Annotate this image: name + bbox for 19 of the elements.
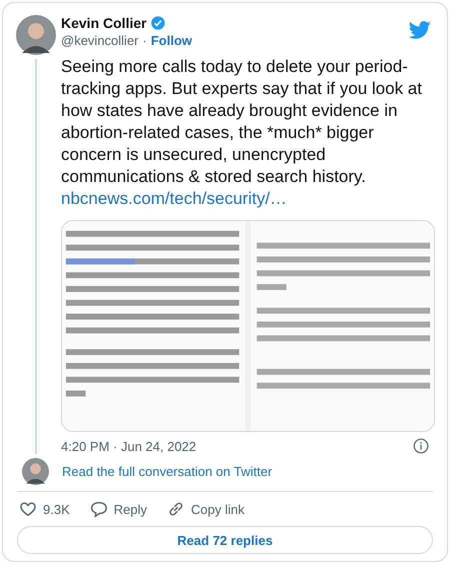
follow-link[interactable]: Follow [150, 33, 192, 48]
author-handle: @kevincollier [61, 33, 138, 48]
speech-bubble-icon [90, 500, 108, 518]
heart-icon [19, 500, 37, 518]
avatar[interactable] [16, 15, 56, 55]
separator: · [142, 33, 147, 48]
like-action[interactable]: 9.3K [19, 500, 70, 518]
avatar[interactable] [22, 458, 49, 485]
conversation-link[interactable]: Read the full conversation on Twitter [62, 464, 272, 479]
bird-logo-icon[interactable] [409, 19, 431, 41]
article-link[interactable]: nbcnews.com/tech/security/… [61, 189, 287, 208]
copy-action[interactable]: Copy link [167, 500, 244, 518]
author-name[interactable]: Kevin Collier [61, 15, 147, 31]
info-icon[interactable] [413, 438, 429, 454]
timestamp[interactable]: 4:20 PM · Jun 24, 2022 [61, 438, 196, 454]
read-replies-button[interactable]: Read 72 replies [17, 526, 433, 554]
tweet-text: Seeing more calls today to delete your period-tracking apps. But experts say that if you look at how states have already brought evidence in abortion-related cases, the *much* bigger concern is unsecured, unencrypted communications & stored search history. nbcnews.com/tech/security/… [61, 56, 423, 210]
link-icon [167, 500, 185, 518]
reply-action[interactable]: Reply [90, 500, 147, 518]
